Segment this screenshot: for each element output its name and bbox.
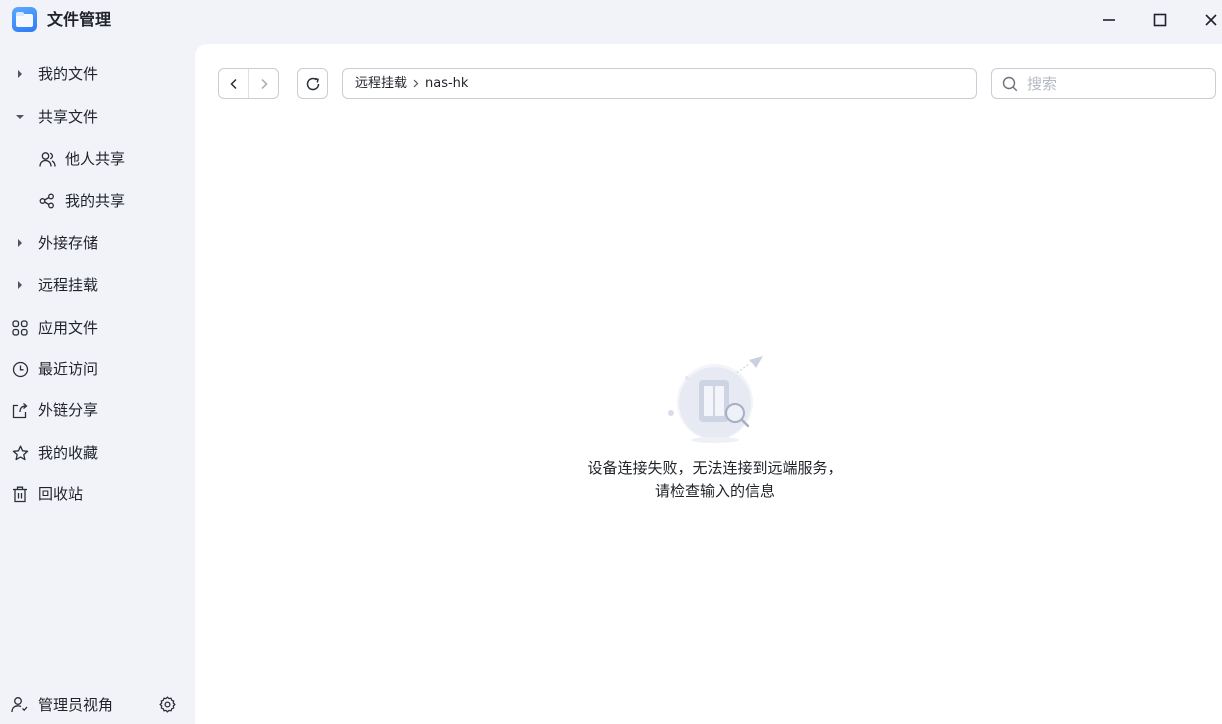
caret-right-icon — [15, 69, 25, 79]
external-share-icon — [11, 401, 29, 419]
back-button[interactable] — [219, 69, 248, 98]
app-title: 文件管理 — [47, 10, 112, 29]
sidebar-item-my-shares[interactable]: 我的共享 — [0, 183, 195, 219]
minimize-icon — [1103, 19, 1115, 21]
server-search-illustration — [663, 356, 763, 446]
sidebar-item-label: 共享文件 — [38, 108, 99, 126]
minimize-button[interactable] — [1094, 8, 1124, 32]
empty-state-line-1: 设备连接失败，无法连接到远端服务， — [587, 459, 843, 477]
breadcrumb: 远程挂载 nas-hk — [342, 68, 977, 99]
gear-icon[interactable] — [159, 696, 177, 714]
star-icon — [11, 444, 29, 462]
sidebar-item-label: 远程挂载 — [38, 276, 99, 294]
search-icon — [1002, 76, 1018, 92]
search-input[interactable] — [1027, 74, 1207, 94]
admin-view[interactable]: 管理员视角 — [0, 692, 195, 722]
breadcrumb-item-remote-mount[interactable]: 远程挂载 — [355, 75, 407, 93]
apps-grid-icon — [11, 319, 29, 337]
caret-right-icon — [15, 280, 25, 290]
sidebar-item-label: 他人共享 — [65, 150, 126, 168]
empty-state-line-2: 请检查输入的信息 — [654, 482, 775, 500]
sidebar-item-favorites[interactable]: 我的收藏 — [0, 435, 195, 471]
sidebar-item-my-files[interactable]: 我的文件 — [0, 56, 195, 92]
search-box — [991, 68, 1216, 99]
caret-right-icon — [15, 238, 25, 248]
sidebar-item-label: 我的文件 — [38, 65, 99, 83]
admin-user-icon — [11, 696, 29, 714]
sidebar-item-shared-files[interactable]: 共享文件 — [0, 99, 195, 135]
sidebar-item-app-files[interactable]: 应用文件 — [0, 310, 195, 346]
refresh-icon — [306, 77, 319, 90]
main-panel: 远程挂载 nas-hk 搜索 设备连接失败，无法连接到远端服务， 请检查输入的信… — [195, 44, 1222, 724]
sidebar-item-shared-with-me[interactable]: 他人共享 — [0, 141, 195, 177]
forward-button[interactable] — [248, 69, 278, 98]
trash-icon — [11, 485, 29, 503]
sidebar-item-remote-mount[interactable]: 远程挂载 — [0, 267, 195, 303]
caret-down-icon — [15, 112, 25, 122]
folder-app-icon — [12, 7, 37, 32]
maximize-button[interactable] — [1145, 8, 1175, 32]
sidebar-item-external-share[interactable]: 外链分享 — [0, 392, 195, 428]
refresh-button[interactable] — [297, 68, 328, 99]
chevron-left-icon — [230, 78, 237, 89]
share-icon — [38, 192, 56, 210]
users-icon — [38, 150, 56, 168]
sidebar-item-label: 回收站 — [38, 485, 84, 503]
sidebar-item-external-storage[interactable]: 外接存储 — [0, 225, 195, 261]
history-nav — [218, 68, 279, 99]
sidebar-item-label: 外链分享 — [38, 401, 99, 419]
sidebar-item-label: 我的收藏 — [38, 444, 99, 462]
sidebar-item-label: 外接存储 — [38, 234, 99, 252]
sidebar-item-label: 最近访问 — [38, 360, 99, 378]
title-bar: 文件管理 — [0, 0, 1222, 44]
close-icon — [1205, 14, 1217, 26]
sidebar-item-recent[interactable]: 最近访问 — [0, 351, 195, 387]
empty-state-message: 设备连接失败，无法连接到远端服务， 请检查输入的信息 — [555, 457, 875, 503]
breadcrumb-item-current[interactable]: nas-hk — [425, 75, 468, 93]
sidebar-item-recycle-bin[interactable]: 回收站 — [0, 476, 195, 512]
clock-icon — [11, 360, 29, 378]
maximize-icon — [1153, 13, 1167, 27]
sidebar-item-label: 应用文件 — [38, 319, 99, 337]
sidebar: 我的文件 共享文件 他人共享 我的共享 外接存储 远程挂载 应用文件 最近访问 … — [0, 44, 195, 714]
admin-view-label: 管理员视角 — [38, 696, 114, 714]
sidebar-item-label: 我的共享 — [65, 192, 126, 210]
chevron-right-icon — [261, 78, 268, 89]
close-button[interactable] — [1196, 8, 1222, 32]
chevron-right-icon — [413, 79, 419, 88]
